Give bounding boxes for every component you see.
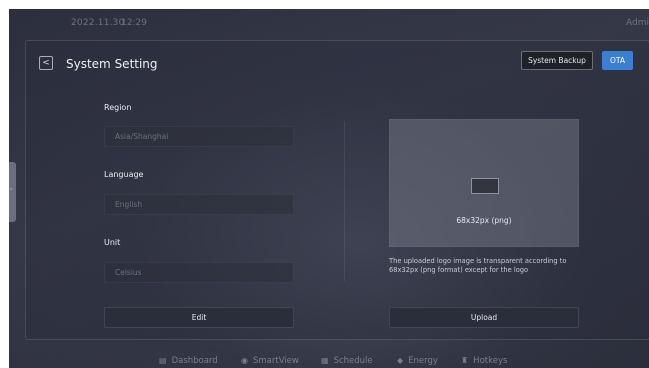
smartview-icon: ◉ [241,356,248,365]
bottom-nav: ▤ Dashboard ◉ SmartView ▦ Schedule ◆ Energy … [9,349,649,368]
ota-button[interactable]: OTA [602,51,633,70]
status-date: 2022.11.30 [71,18,125,28]
column-divider [344,121,345,281]
region-field[interactable]: Asia/Shanghai [104,126,294,147]
region-label: Region [104,103,132,112]
nav-smartview-label: SmartView [252,356,299,366]
chevron-right-icon: › [10,186,13,193]
upload-button[interactable]: Upload [389,307,579,328]
edit-button[interactable]: Edit [104,307,294,328]
nav-energy-label: Energy [408,356,438,366]
page-title: System Setting [66,57,158,71]
logo-note: The uploaded logo image is transparent a… [389,257,567,274]
back-button[interactable]: < [39,56,53,70]
nav-schedule-label: Schedule [333,356,373,366]
energy-icon: ◆ [397,356,404,365]
chevron-left-icon: < [42,58,50,68]
unit-field[interactable]: Celsius [104,262,294,283]
logo-size-text: 68x32px (png) [456,216,512,225]
user-menu[interactable]: Admin [626,18,649,28]
side-drawer-handle[interactable]: › [9,162,16,222]
logo-placeholder [471,178,499,194]
nav-hotkeys-label: Hotkeys [473,356,508,366]
system-backup-button[interactable]: System Backup [521,51,593,70]
hotkeys-icon: ♜ [461,356,469,365]
app-screen: 2022.11.30 12:29 Admin › < System Settin… [9,9,649,368]
nav-schedule[interactable]: ▦ Schedule [321,356,373,366]
status-bar: 2022.11.30 12:29 Admin [9,9,649,39]
language-field[interactable]: English [104,194,294,215]
schedule-icon: ▦ [321,356,329,365]
unit-label: Unit [104,238,121,247]
nav-dashboard[interactable]: ▤ Dashboard [159,356,218,366]
language-label: Language [104,170,144,179]
system-setting-panel: < System Setting System Backup OTA Regio… [25,40,649,340]
status-time: 12:29 [121,18,147,28]
nav-dashboard-label: Dashboard [171,356,218,366]
dashboard-icon: ▤ [159,356,167,365]
nav-smartview[interactable]: ◉ SmartView [241,356,299,366]
nav-energy[interactable]: ◆ Energy [397,356,438,366]
nav-hotkeys[interactable]: ♜ Hotkeys [461,356,507,366]
logo-preview: 68x32px (png) [389,119,579,247]
